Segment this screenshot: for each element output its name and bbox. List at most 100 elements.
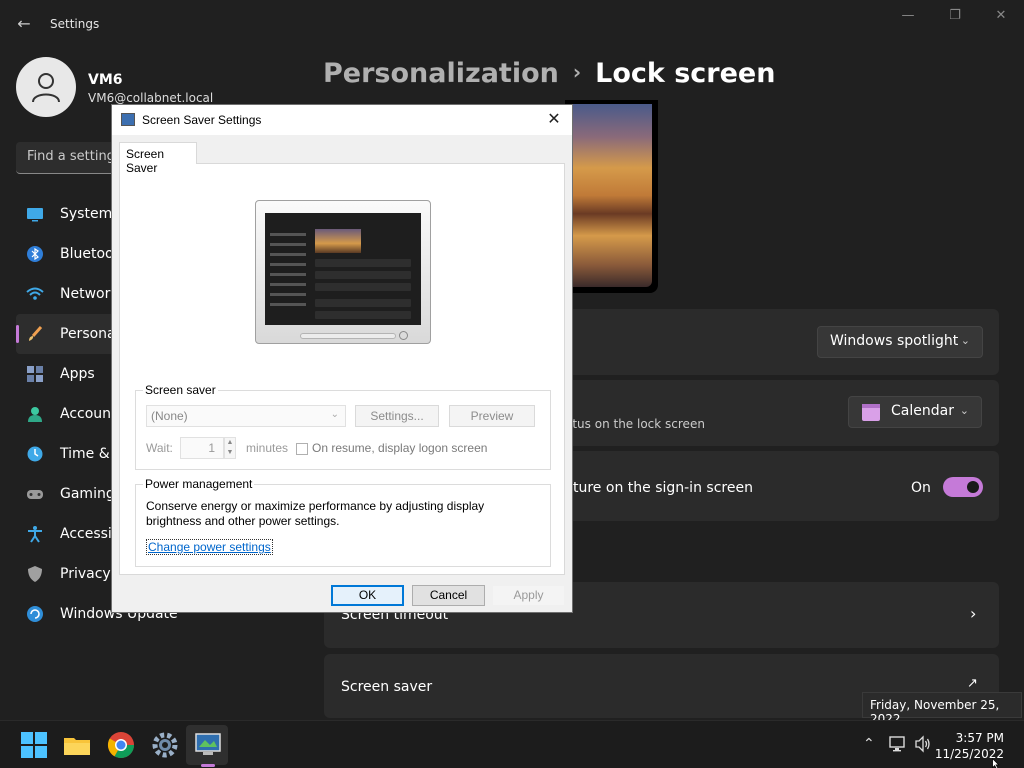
bluetooth-icon bbox=[27, 246, 43, 262]
select-value: (None) bbox=[151, 409, 188, 423]
group-label: Power management bbox=[143, 477, 255, 491]
active-app-indicator bbox=[201, 764, 215, 767]
spin-up-icon[interactable]: ▲ bbox=[227, 439, 234, 446]
wait-spinner[interactable]: ▲ ▼ bbox=[224, 437, 236, 459]
resume-logon-label[interactable]: On resume, display logon screen bbox=[312, 441, 487, 455]
mini-row bbox=[315, 283, 411, 291]
toggle-state-label: On bbox=[911, 480, 931, 496]
apps-icon bbox=[27, 366, 43, 382]
user-email: VM6@collabnet.local bbox=[88, 91, 214, 105]
gaming-icon bbox=[27, 490, 43, 499]
chevron-up-icon[interactable]: ⌃ bbox=[863, 736, 875, 752]
monitor-power-button bbox=[399, 331, 408, 340]
mini-sidebar-line bbox=[270, 293, 306, 296]
mini-sidebar-line bbox=[270, 233, 306, 236]
power-management-text: Conserve energy or maximize performance … bbox=[146, 499, 485, 528]
calendar-icon bbox=[862, 404, 880, 421]
tab-screen-saver[interactable]: Screen Saver bbox=[119, 142, 197, 175]
status-dropdown[interactable]: Calendar ⌄ bbox=[848, 396, 982, 428]
dialog-close-icon[interactable]: ✕ bbox=[542, 108, 566, 132]
close-icon[interactable]: ✕ bbox=[986, 8, 1016, 28]
back-arrow-icon[interactable]: ← bbox=[14, 14, 34, 34]
sidebar-item-label: Apps bbox=[60, 366, 95, 382]
personalize-dropdown[interactable]: Windows spotlight ⌄ bbox=[817, 326, 983, 358]
page-title: Lock screen bbox=[595, 58, 776, 89]
breadcrumb-parent[interactable]: Personalization bbox=[323, 58, 559, 89]
mini-sidebar-line bbox=[270, 263, 306, 266]
chevron-down-icon: ⌄ bbox=[330, 409, 339, 420]
mouse-cursor-icon bbox=[992, 758, 1000, 768]
monitor-stand bbox=[300, 333, 396, 339]
start-icon[interactable] bbox=[19, 730, 49, 760]
screen-saver-dialog: Screen Saver Settings ✕ Screen Saver Scr… bbox=[111, 104, 573, 613]
screen-saver-app-icon[interactable] bbox=[193, 730, 223, 760]
screen-saver-select[interactable]: (None) ⌄ bbox=[146, 405, 346, 427]
volume-icon[interactable] bbox=[914, 735, 932, 753]
lock-screen-status-text: atus on the lock screen bbox=[565, 417, 705, 431]
mini-row bbox=[315, 259, 411, 267]
change-power-settings-link[interactable]: Change power settings bbox=[146, 539, 273, 555]
spin-down-icon[interactable]: ▼ bbox=[227, 449, 234, 456]
network-monitor-icon[interactable] bbox=[889, 735, 907, 753]
accounts-icon bbox=[28, 407, 42, 422]
settings-button[interactable]: Settings... bbox=[355, 405, 439, 427]
dropdown-value: Calendar bbox=[891, 403, 954, 419]
chrome-icon[interactable] bbox=[106, 730, 136, 760]
mini-sidebar-line bbox=[270, 243, 306, 246]
title-bar: ← Settings — ❐ ✕ bbox=[0, 0, 1024, 48]
screen-saver-panel: Screen saver (None) ⌄ Settings... Previe… bbox=[119, 163, 565, 575]
preview-button[interactable]: Preview bbox=[449, 405, 535, 427]
lock-screen-preview-image bbox=[565, 104, 652, 287]
mini-sidebar-line bbox=[270, 273, 306, 276]
maximize-icon[interactable]: ❐ bbox=[940, 8, 970, 28]
signin-background-toggle[interactable] bbox=[943, 477, 983, 497]
shield-icon bbox=[28, 566, 42, 582]
user-name: VM6 bbox=[88, 72, 123, 88]
chevron-down-icon: ⌄ bbox=[959, 404, 969, 417]
minimize-icon[interactable]: — bbox=[893, 8, 923, 28]
taskbar: ⌃ 3:57 PM 11/25/2022 bbox=[0, 720, 1024, 768]
breadcrumb: Personalization › Lock screen bbox=[323, 58, 775, 89]
mini-row bbox=[315, 311, 411, 319]
file-explorer-icon[interactable] bbox=[62, 730, 92, 760]
settings-gear-icon[interactable] bbox=[150, 730, 180, 760]
wait-label: Wait: bbox=[146, 441, 173, 455]
dialog-title: Screen Saver Settings bbox=[142, 113, 262, 127]
apply-button[interactable]: Apply bbox=[492, 585, 565, 606]
mini-sidebar-line bbox=[270, 283, 306, 286]
ok-button[interactable]: OK bbox=[331, 585, 404, 606]
system-icon bbox=[27, 208, 43, 222]
mini-row bbox=[315, 271, 411, 279]
accessibility-icon bbox=[28, 526, 42, 543]
network-icon bbox=[26, 287, 44, 300]
avatar[interactable] bbox=[16, 57, 76, 117]
cancel-button[interactable]: Cancel bbox=[412, 585, 485, 606]
mini-sidebar-line bbox=[270, 253, 306, 256]
breadcrumb-separator: › bbox=[572, 60, 582, 84]
personalization-icon bbox=[29, 326, 43, 341]
mini-sidebar-line bbox=[270, 303, 306, 306]
external-link-icon: ↗ bbox=[967, 676, 978, 691]
time-icon bbox=[27, 446, 43, 462]
mini-row bbox=[315, 299, 411, 307]
user-icon bbox=[32, 73, 60, 103]
sidebar-item-label: Gaming bbox=[60, 486, 115, 502]
date-tooltip: Friday, November 25, 2022 bbox=[862, 692, 1022, 726]
signin-background-text: ture on the sign-in screen bbox=[573, 480, 753, 496]
monitor-screen bbox=[265, 213, 421, 325]
clock-time: 3:57 PM bbox=[955, 731, 1004, 745]
chevron-down-icon: ⌄ bbox=[960, 334, 970, 347]
minutes-label: minutes bbox=[246, 441, 289, 455]
screen-saver-icon bbox=[121, 113, 135, 126]
power-management-group: Power management Conserve energy or maxi… bbox=[135, 477, 551, 567]
windows-update-icon bbox=[27, 606, 43, 622]
resume-logon-checkbox[interactable] bbox=[296, 443, 308, 455]
mini-preview-image bbox=[315, 229, 361, 253]
app-title: Settings bbox=[50, 17, 100, 31]
chevron-right-icon: › bbox=[970, 604, 977, 623]
sidebar-item-label: System bbox=[60, 206, 113, 222]
screen-saver-group: Screen saver (None) ⌄ Settings... Previe… bbox=[135, 383, 551, 470]
screen-saver-label: Screen saver bbox=[341, 679, 433, 695]
group-label: Screen saver bbox=[143, 383, 218, 397]
wait-minutes-input[interactable]: 1 bbox=[180, 437, 224, 459]
